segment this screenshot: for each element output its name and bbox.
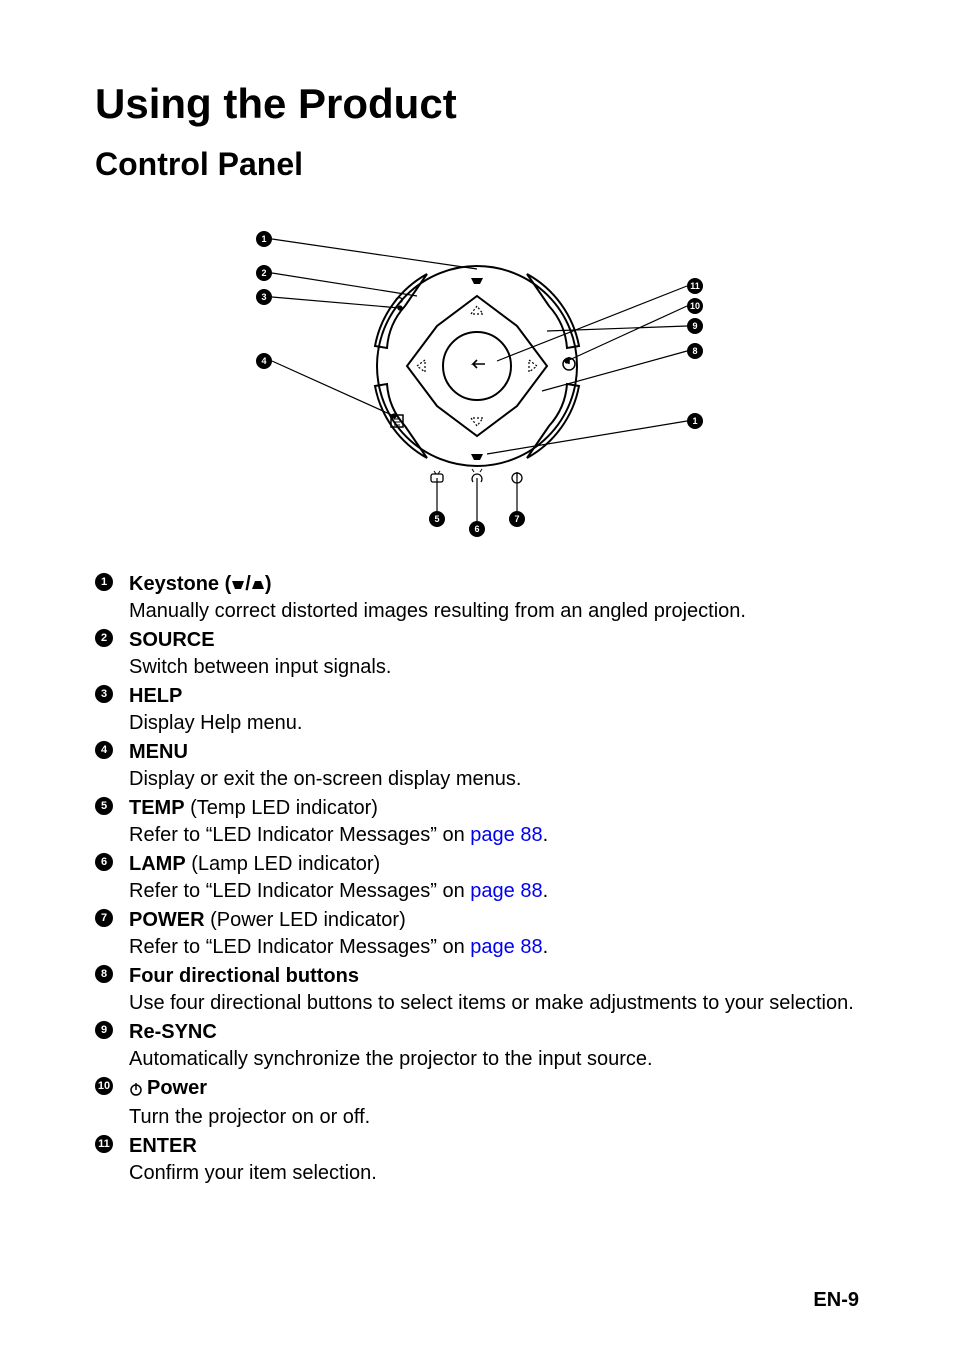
svg-text:7: 7 (514, 514, 519, 524)
item-number: 5 (95, 797, 113, 815)
list-item: 11 ENTERConfirm your item selection. (95, 1133, 859, 1187)
item-heading: HELP (129, 683, 859, 710)
page-link[interactable]: page 88 (470, 936, 542, 958)
item-heading: TEMP (Temp LED indicator) (129, 795, 859, 822)
list-item: 3 HELPDisplay Help menu. (95, 683, 859, 737)
list-item: 4 MENUDisplay or exit the on-screen displ… (95, 739, 859, 793)
item-description: Automatically synchronize the projector … (129, 1046, 859, 1073)
power-icon (129, 1077, 143, 1104)
callout-1-right: 1 (687, 413, 703, 429)
item-description: Refer to “LED Indicator Messages” on pag… (129, 822, 859, 849)
page: Using the Product Control Panel (0, 0, 954, 1352)
item-number: 9 (95, 1021, 113, 1039)
page-number: EN-9 (813, 1289, 859, 1312)
callout-4: 4 (256, 353, 272, 369)
svg-text:5: 5 (434, 514, 439, 524)
item-description: Switch between input signals. (129, 654, 859, 681)
svg-text:3: 3 (261, 292, 266, 302)
svg-text:11: 11 (690, 281, 700, 291)
page-link[interactable]: page 88 (470, 824, 542, 846)
section-title: Control Panel (95, 146, 859, 183)
page-title: Using the Product (95, 80, 859, 128)
item-heading: Four directional buttons (129, 963, 859, 990)
item-number: 3 (95, 685, 113, 703)
list-item: 8 Four directional buttonsUse four direct… (95, 963, 859, 1017)
page-link[interactable]: page 88 (470, 880, 542, 902)
callout-7: 7 (509, 511, 525, 527)
item-description: Refer to “LED Indicator Messages” on pag… (129, 934, 859, 961)
svg-text:4: 4 (261, 356, 266, 366)
item-description: Refer to “LED Indicator Messages” on pag… (129, 878, 859, 905)
item-number: 7 (95, 909, 113, 927)
item-number: 11 (95, 1135, 113, 1153)
control-panel-diagram: ? (95, 211, 859, 541)
keystone-down-icon (231, 580, 245, 590)
list-item: 5 TEMP (Temp LED indicator)Refer to “LED … (95, 795, 859, 849)
callout-11: 11 (687, 278, 703, 294)
svg-text:1: 1 (692, 416, 697, 426)
item-heading: SOURCE (129, 627, 859, 654)
item-heading: Power (129, 1075, 859, 1104)
list-item: 2 SOURCESwitch between input signals. (95, 627, 859, 681)
item-number: 10 (95, 1077, 113, 1095)
item-heading: Re-SYNC (129, 1019, 859, 1046)
callout-1-left: 1 (256, 231, 272, 247)
svg-text:2: 2 (261, 268, 266, 278)
item-description: Manually correct distorted images result… (129, 598, 859, 625)
item-number: 4 (95, 741, 113, 759)
svg-text:10: 10 (690, 301, 700, 311)
list-item: 9 Re-SYNCAutomatically synchronize the pr… (95, 1019, 859, 1073)
item-number: 8 (95, 965, 113, 983)
callout-6: 6 (469, 521, 485, 537)
item-description: Display Help menu. (129, 710, 859, 737)
item-description: Confirm your item selection. (129, 1160, 859, 1187)
item-heading: ENTER (129, 1133, 859, 1160)
item-number: 2 (95, 629, 113, 647)
item-description: Turn the projector on or off. (129, 1104, 859, 1131)
definition-list: 1 Keystone (/)Manually correct distorted … (95, 571, 859, 1187)
callout-2: 2 (256, 265, 272, 281)
callout-5: 5 (429, 511, 445, 527)
callout-3: 3 (256, 289, 272, 305)
item-heading: POWER (Power LED indicator) (129, 907, 859, 934)
svg-text:9: 9 (692, 321, 697, 331)
list-item: 1 Keystone (/)Manually correct distorted … (95, 571, 859, 625)
svg-text:1: 1 (261, 234, 266, 244)
callout-8: 8 (687, 343, 703, 359)
list-item: 10 PowerTurn the projector on or off. (95, 1075, 859, 1131)
callout-9: 9 (687, 318, 703, 334)
item-heading: MENU (129, 739, 859, 766)
svg-text:6: 6 (474, 524, 479, 534)
item-heading: Keystone (/) (129, 571, 859, 598)
list-item: 7 POWER (Power LED indicator)Refer to “LE… (95, 907, 859, 961)
item-heading: LAMP (Lamp LED indicator) (129, 851, 859, 878)
keystone-up-icon (251, 580, 265, 590)
item-number: 6 (95, 853, 113, 871)
control-panel-svg: ? (217, 211, 737, 541)
list-item: 6 LAMP (Lamp LED indicator)Refer to “LED … (95, 851, 859, 905)
item-number: 1 (95, 573, 113, 591)
item-description: Use four directional buttons to select i… (129, 990, 859, 1017)
item-description: Display or exit the on-screen display me… (129, 766, 859, 793)
svg-text:8: 8 (692, 346, 697, 356)
callout-10: 10 (687, 298, 703, 314)
